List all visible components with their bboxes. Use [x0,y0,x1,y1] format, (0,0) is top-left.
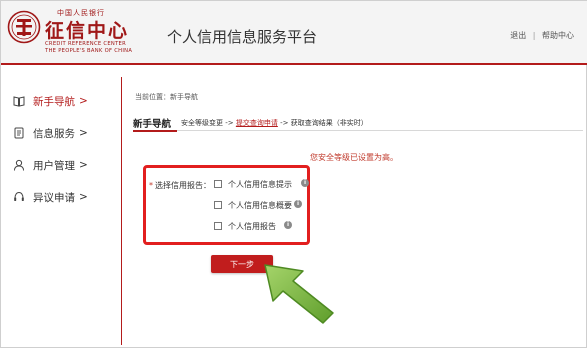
chevron-right-icon: > [79,191,88,203]
document-icon [14,127,24,139]
page-frame: 中国人民银行 征信中心 CREDIT REFERENCE CENTER THE … [0,0,587,348]
sidebar-item-user-management[interactable]: 用户管理 > [13,156,88,174]
checkbox-credit-info-hint[interactable] [214,180,222,188]
top-links: 退出 | 帮助中心 [510,30,574,41]
sidebar-item-label: 新手导航 [33,95,75,108]
option-credit-report[interactable]: 个人信用报告 [214,220,276,232]
security-level-message: 您安全等级已设置为高。 [310,153,398,162]
book-icon [13,96,25,107]
option-label: 个人信用信息提示 [228,179,292,189]
header: 中国人民银行 征信中心 CREDIT REFERENCE CENTER THE … [1,1,587,63]
help-center-link[interactable]: 帮助中心 [542,31,574,40]
steps-list: 安全等级变更 -> 提交查询申请 -> 获取查询结果（非实时） [181,118,368,128]
headset-icon [14,191,24,201]
steps-underline [133,130,583,131]
steps-underline-active [133,130,177,132]
info-icon[interactable]: i [294,200,302,208]
option-credit-info-summary[interactable]: 个人信用信息概要 [214,199,292,211]
credit-center-emblem-icon [7,10,41,44]
option-label: 个人信用报告 [228,221,276,231]
chevron-right-icon: > [79,159,88,171]
checkbox-credit-report[interactable] [214,222,222,230]
report-select-label: * 选择信用报告： [149,180,211,191]
required-star: * [149,181,153,190]
logo-english-line1: CREDIT REFERENCE CENTER [45,41,127,47]
sidebar-item-info-service[interactable]: 信息服务 > [13,124,88,142]
step-get-result[interactable]: -> 获取查询结果（非实时） [280,119,368,127]
report-select-label-text: 选择信用报告： [155,181,211,190]
steps-title: 新手导航 [133,119,172,130]
logo-english-line2: THE PEOPLE'S BANK OF CHINA [45,48,133,54]
sidebar-item-beginner-guide[interactable]: 新手导航 > [13,92,88,110]
logo: 中国人民银行 征信中心 CREDIT REFERENCE CENTER THE … [7,8,137,58]
info-icon[interactable]: i [301,179,309,187]
step-submit-query[interactable]: 提交查询申请 [236,119,278,127]
logo-center-name: 征信中心 [45,20,130,42]
sidebar-item-label: 用户管理 [33,159,75,172]
platform-title: 个人信用信息服务平台 [167,28,318,46]
checkbox-credit-info-summary[interactable] [214,201,222,209]
option-label: 个人信用信息概要 [228,200,292,210]
sidebar-item-dispute-application[interactable]: 异议申请 > [13,188,88,206]
breadcrumb: 当前位置：新手导航 [135,93,198,101]
link-separator: | [532,31,536,40]
option-credit-info-hint[interactable]: 个人信用信息提示 [214,178,292,190]
sidebar-divider [121,77,122,345]
info-icon[interactable]: i [284,221,292,229]
logout-link[interactable]: 退出 [510,31,526,40]
sidebar-item-label: 异议申请 [33,191,75,204]
sidebar-item-label: 信息服务 [33,127,75,140]
user-icon [14,159,24,171]
step-security-level[interactable]: 安全等级变更 -> [181,119,234,127]
chevron-right-icon: > [79,95,88,107]
green-pointer-arrow-icon [264,264,334,324]
chevron-right-icon: > [79,127,88,139]
